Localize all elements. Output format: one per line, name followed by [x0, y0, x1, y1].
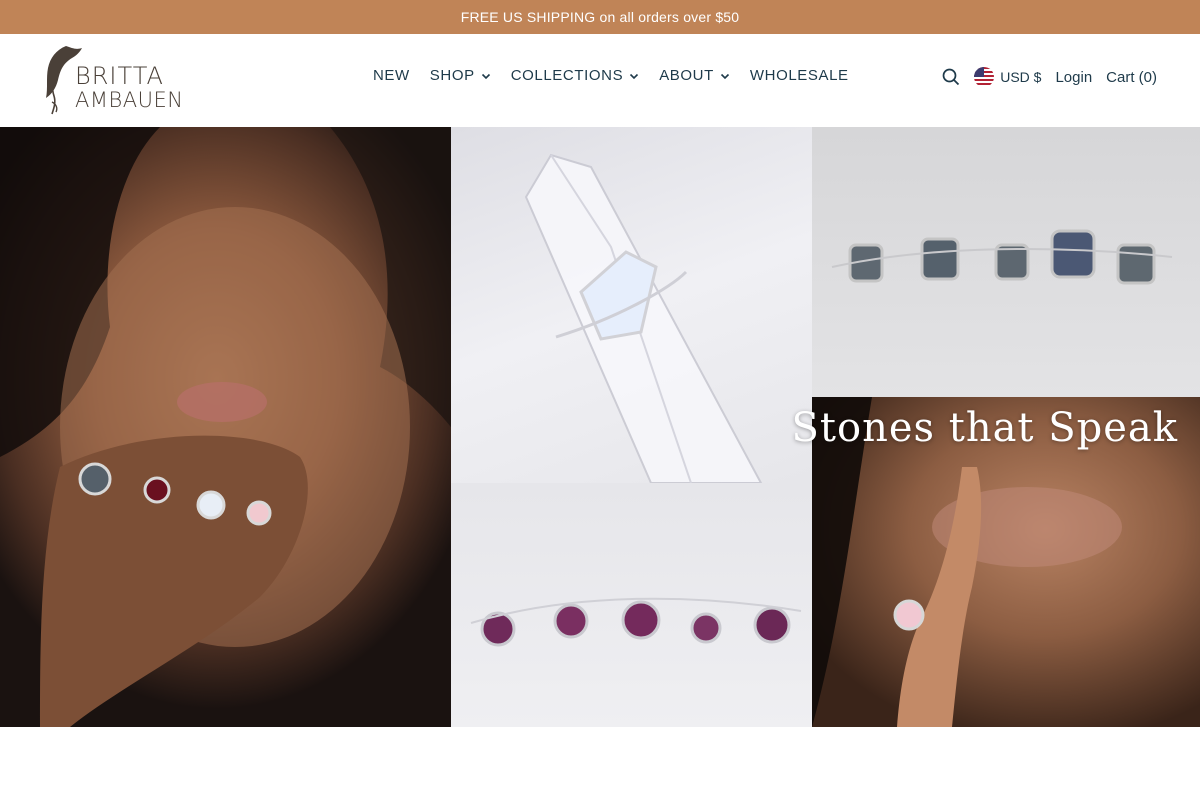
nav-item-new[interactable]: NEW — [373, 67, 410, 84]
login-link[interactable]: Login — [1055, 69, 1092, 86]
nav-item-label: NEW — [373, 67, 410, 84]
nav-item-collections[interactable]: COLLECTIONS — [511, 67, 639, 84]
nav-item-label: ABOUT — [659, 67, 714, 84]
search-button[interactable] — [942, 68, 960, 86]
nav-item-about[interactable]: ABOUT — [659, 67, 730, 84]
us-flag-icon — [974, 67, 995, 87]
nav-item-label: WHOLESALE — [749, 67, 849, 84]
hero-image-model-rings — [0, 127, 451, 727]
chevron-down-icon — [481, 73, 490, 79]
brand-line-2: AMBAUEN — [75, 88, 184, 112]
site-header: BRITTA AMBAUEN NEW SHOP COLLECTIONS ABOU… — [0, 34, 1200, 127]
hero-title: Stones that Speak — [791, 405, 1178, 451]
hero-image-amethyst-rings — [451, 483, 812, 727]
cart-link[interactable]: Cart (0) — [1106, 69, 1157, 86]
main-nav: NEW SHOP COLLECTIONS ABOUT WHOLESALE — [373, 67, 849, 84]
brand-wordmark: BRITTA AMBAUEN — [75, 64, 183, 112]
hero-image-crystal-ring — [451, 127, 812, 483]
currency-selector[interactable]: USD $ — [974, 67, 1041, 87]
nav-item-label: COLLECTIONS — [510, 67, 624, 84]
hero-banner[interactable]: Stones that Speak — [0, 127, 1200, 727]
chevron-down-icon — [630, 73, 639, 79]
page-content-area — [0, 727, 1200, 800]
currency-label: USD $ — [1000, 69, 1042, 85]
header-utilities: USD $ Login Cart (0) — [942, 67, 1157, 87]
brand-logo[interactable]: BRITTA AMBAUEN — [42, 44, 183, 116]
chevron-down-icon — [720, 73, 729, 79]
cart-label: Cart (0) — [1106, 68, 1157, 86]
nav-item-label: SHOP — [429, 67, 475, 84]
nav-item-wholesale[interactable]: WHOLESALE — [750, 67, 849, 84]
announcement-text: FREE US SHIPPING on all orders over $50 — [460, 9, 740, 25]
announcement-bar: FREE US SHIPPING on all orders over $50 — [0, 0, 1200, 34]
hero-image-labradorite-rings — [812, 127, 1200, 397]
search-icon — [942, 68, 960, 86]
nav-item-shop[interactable]: SHOP — [430, 67, 491, 84]
brand-line-1: BRITTA — [75, 62, 164, 90]
login-label: Login — [1055, 68, 1093, 86]
